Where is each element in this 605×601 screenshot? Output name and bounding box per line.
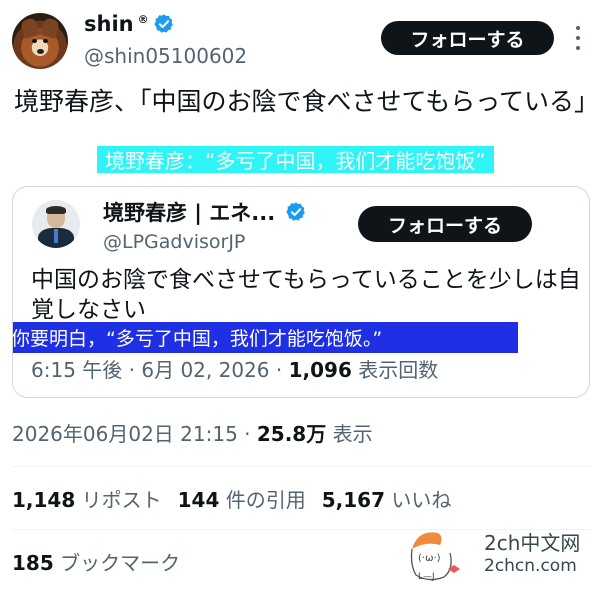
tweet-views-count: 25.8万 <box>256 422 327 446</box>
verified-badge-icon <box>286 202 306 221</box>
bookmarks-label: ブックマーク <box>60 551 181 575</box>
quoted-author-handle[interactable]: @LPGadvisorJP <box>103 231 245 253</box>
watermark-url: 2chcn.com <box>484 556 577 576</box>
engagement-stats: 1,148 リポスト 144 件の引用 5,167 いいね <box>12 484 451 513</box>
tweet-views-label: 表示 <box>332 422 373 446</box>
tweet-datetime[interactable]: 2026年06月02日 21:15 <box>12 422 238 446</box>
follow-button[interactable]: フォローする <box>381 21 554 55</box>
verified-badge-icon <box>153 14 173 33</box>
quoted-date[interactable]: 6月 02, 2026 <box>141 358 269 382</box>
quoted-author-name-text: 境野春彦 | エネ... <box>103 201 276 225</box>
quoted-views-label: 表示回数 <box>358 358 439 382</box>
quotes-stat[interactable]: 144 件の引用 <box>178 484 306 513</box>
svg-text:(·ω·): (·ω·) <box>418 553 441 564</box>
svg-text:L—J: L—J <box>418 572 435 582</box>
quoted-views-count: 1,096 <box>288 358 352 382</box>
tweet-text: 境野春彦、「中国のお陰で食べさせてもらっている」 <box>14 87 600 116</box>
author-name[interactable]: shin ® <box>84 12 175 36</box>
quoted-tweet-meta: 6:15 午後 · 6月 02, 2026 · 1,096 表示回数 <box>31 358 439 382</box>
quoted-time[interactable]: 6:15 午後 <box>31 358 122 382</box>
quotes-count: 144 <box>177 488 220 512</box>
watermark-mascot-icon: (·ω·) L—J <box>410 532 460 582</box>
caption-overlay-top: 境野春彦：“多亏了中国，我们才能吃饱饭” <box>97 146 494 173</box>
caption-overlay-quote: 你要明白，“多亏了中国，我们才能吃饱饭。” <box>13 322 518 353</box>
quoted-author-name[interactable]: 境野春彦 | エネ... <box>103 197 307 227</box>
quotes-label: 件の引用 <box>225 488 306 512</box>
registered-mark: ® <box>137 12 149 26</box>
bookmarks-count: 185 <box>12 551 54 575</box>
likes-label: いいね <box>391 488 452 512</box>
quoted-author-avatar[interactable] <box>32 200 80 248</box>
quoted-follow-button[interactable]: フォローする <box>358 206 532 242</box>
reposts-label: リポスト <box>81 488 162 512</box>
tweet-meta: 2026年06月02日 21:15 · 25.8万 表示 <box>12 422 373 446</box>
likes-stat[interactable]: 5,167 いいね <box>322 484 452 513</box>
watermark-text: 2ch中文网 <box>484 531 581 555</box>
likes-count: 5,167 <box>321 488 385 512</box>
quoted-tweet-text: 中国のお陰で食べさせてもらっていることを少しは自覚しなさい <box>31 267 581 323</box>
author-handle[interactable]: @shin05100602 <box>84 44 247 68</box>
author-name-text: shin <box>84 12 134 36</box>
reposts-count: 1,148 <box>12 488 76 512</box>
more-options-icon[interactable] <box>573 26 583 50</box>
bookmarks-stat[interactable]: 185 ブックマーク <box>12 547 180 576</box>
author-avatar[interactable] <box>12 13 68 69</box>
quoted-tweet-card[interactable]: 境野春彦 | エネ... @LPGadvisorJP フォローする 中国のお陰で… <box>12 186 590 398</box>
divider <box>12 466 592 467</box>
reposts-stat[interactable]: 1,148 リポスト <box>12 484 162 513</box>
